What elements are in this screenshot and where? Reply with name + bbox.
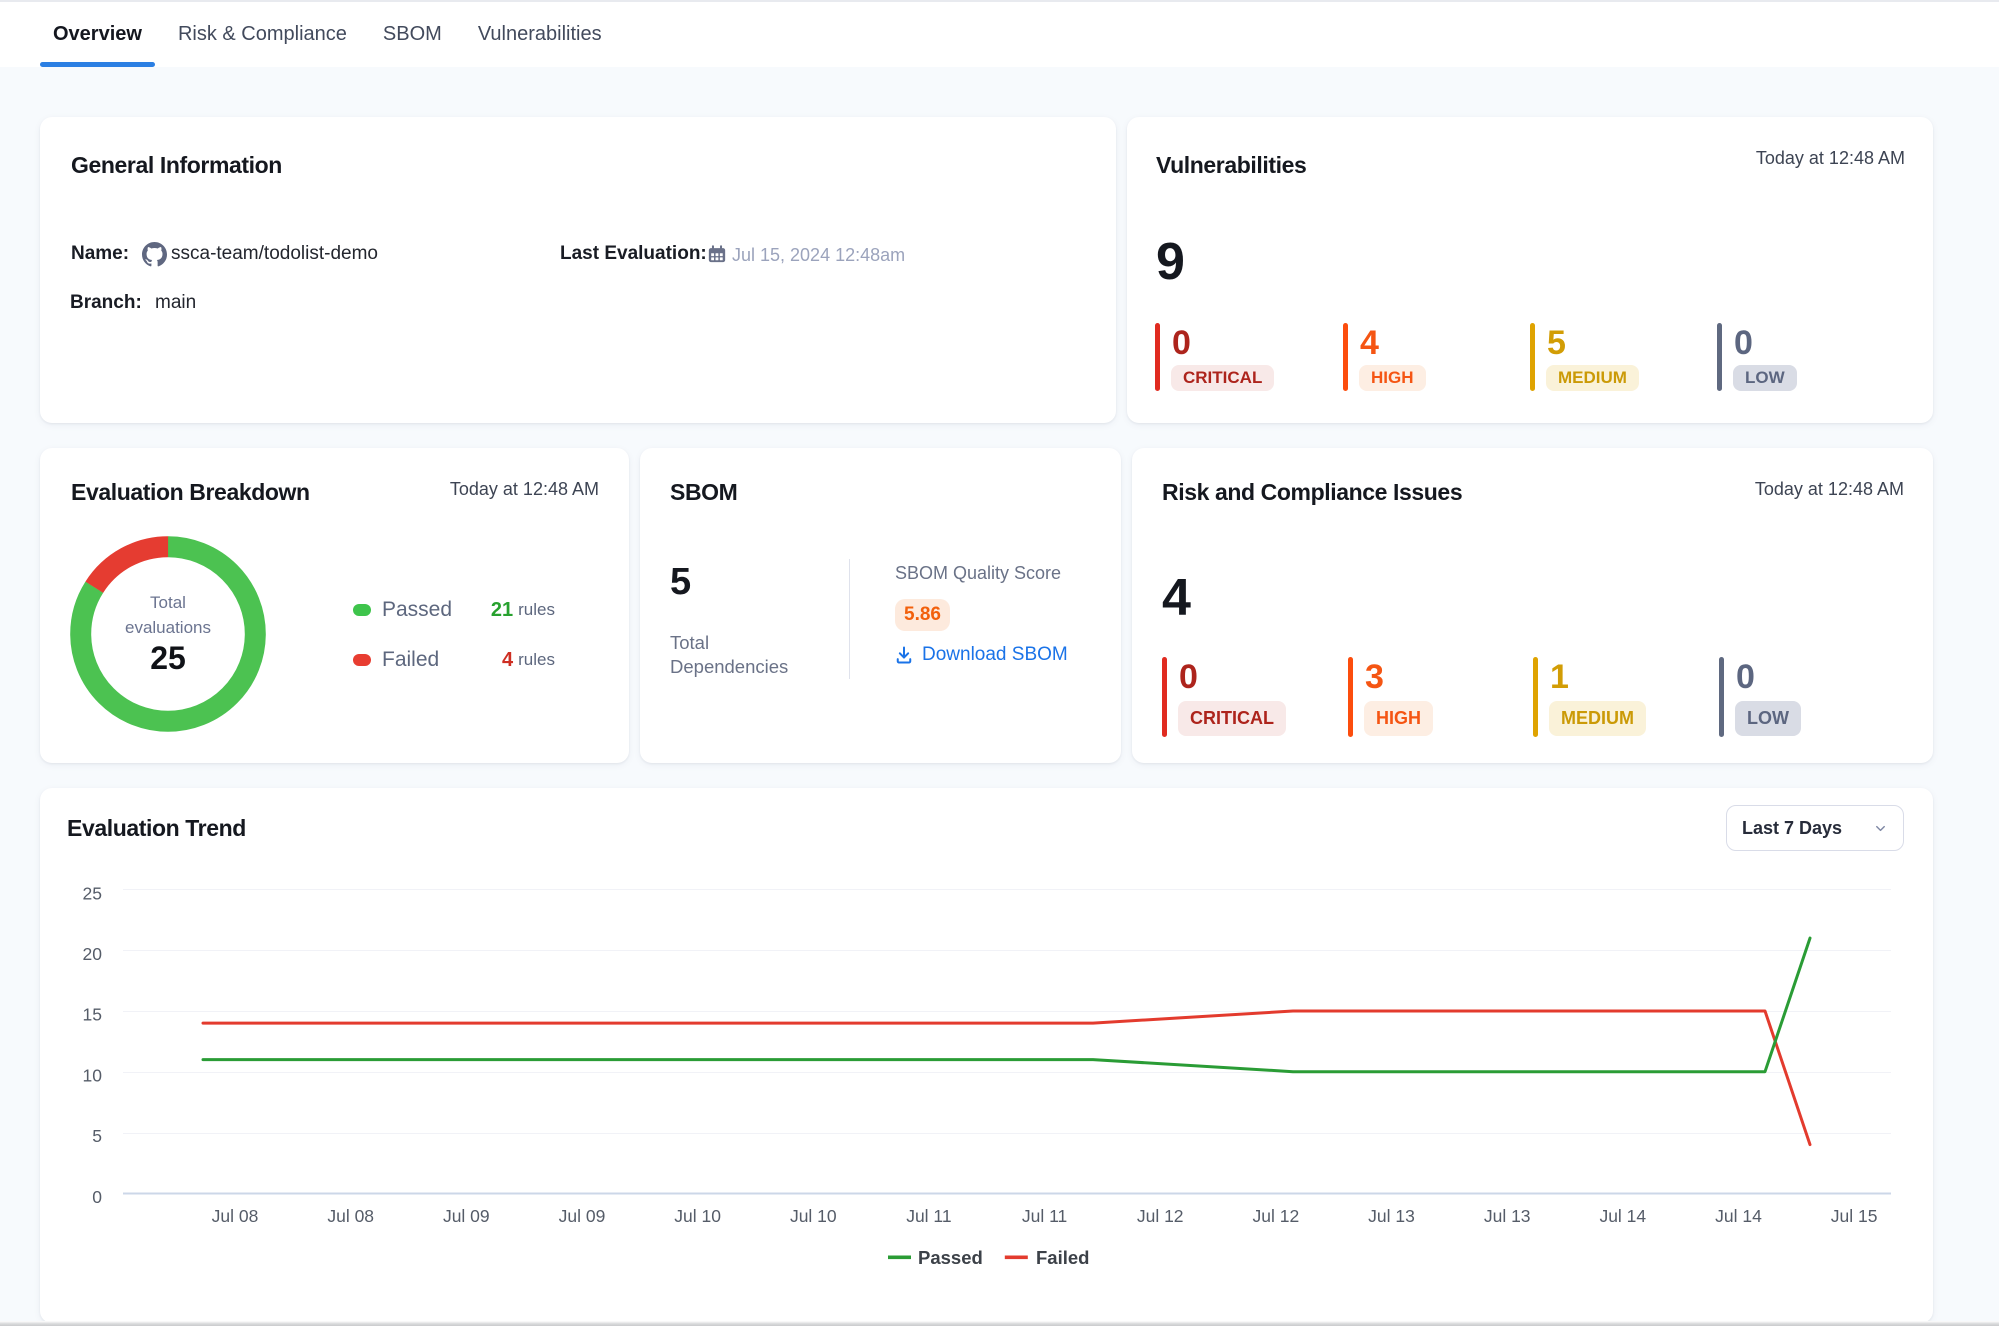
svg-text:20: 20 [83, 944, 103, 964]
svg-text:Jul 11: Jul 11 [1022, 1206, 1067, 1226]
svg-text:Jul 10: Jul 10 [674, 1206, 721, 1226]
svg-text:Jul 08: Jul 08 [327, 1206, 374, 1226]
svg-text:Jul 09: Jul 09 [559, 1206, 606, 1226]
svg-text:Total: Total [150, 593, 186, 612]
svg-text:Failed: Failed [1036, 1247, 1089, 1268]
svg-text:Jul 14: Jul 14 [1599, 1206, 1646, 1226]
svg-text:25: 25 [150, 640, 186, 676]
svg-text:Jul 13: Jul 13 [1368, 1206, 1415, 1226]
svg-text:Jul 14: Jul 14 [1715, 1206, 1762, 1226]
svg-text:5: 5 [92, 1126, 102, 1146]
svg-text:Jul 13: Jul 13 [1484, 1206, 1531, 1226]
svg-text:Jul 08: Jul 08 [212, 1206, 259, 1226]
svg-text:Jul 09: Jul 09 [443, 1206, 490, 1226]
svg-text:10: 10 [83, 1066, 103, 1086]
svg-text:0: 0 [92, 1187, 102, 1207]
svg-text:Jul 10: Jul 10 [790, 1206, 837, 1226]
svg-text:Jul 12: Jul 12 [1253, 1206, 1300, 1226]
svg-text:25: 25 [83, 883, 102, 903]
svg-text:Passed: Passed [918, 1247, 983, 1268]
svg-text:15: 15 [83, 1005, 102, 1025]
svg-text:evaluations: evaluations [125, 618, 211, 637]
svg-text:Jul 15: Jul 15 [1831, 1206, 1878, 1226]
svg-text:Jul 11: Jul 11 [906, 1206, 951, 1226]
svg-text:Jul 12: Jul 12 [1137, 1206, 1184, 1226]
